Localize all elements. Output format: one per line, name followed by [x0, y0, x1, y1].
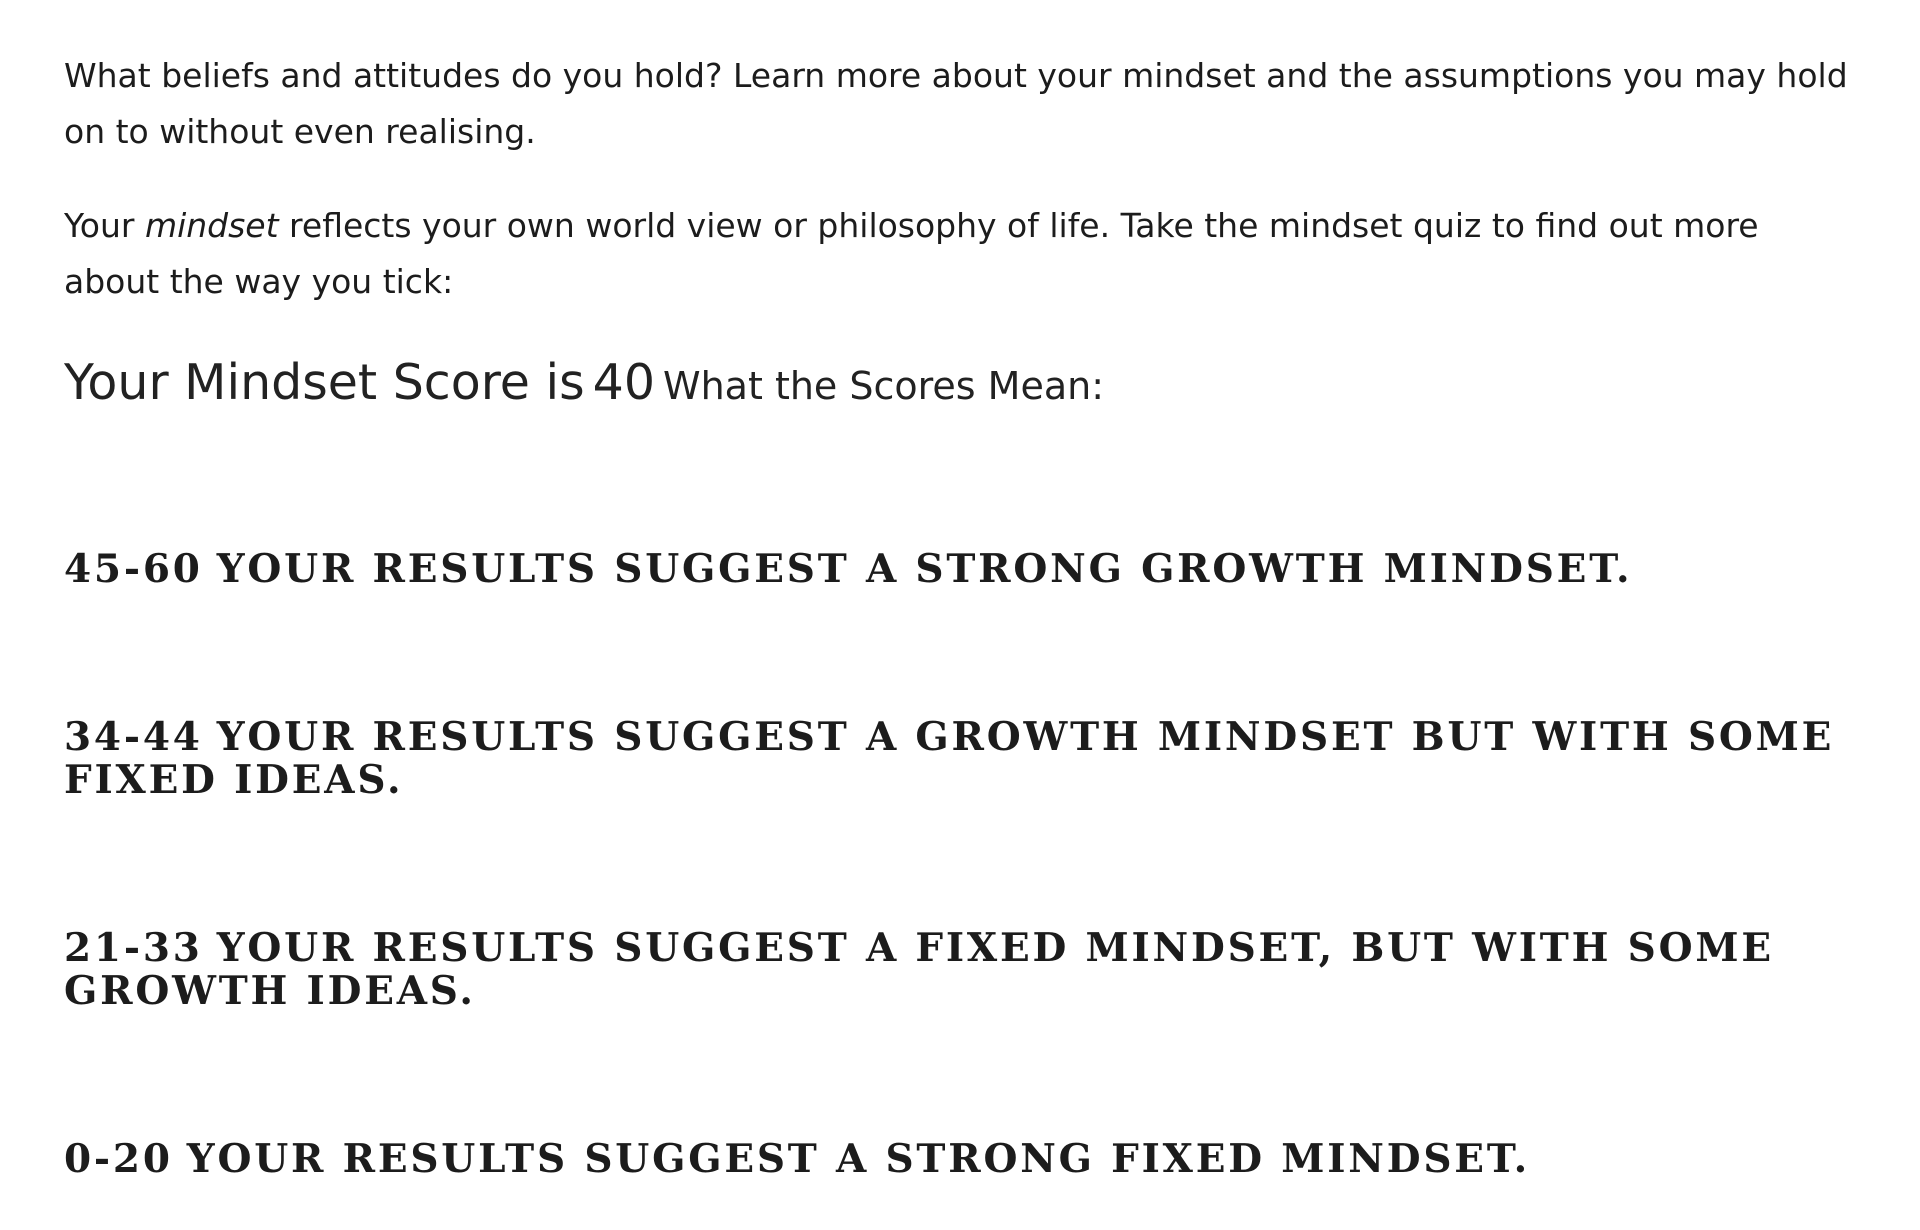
mindset-description-paragraph: Your mindset reflects your own world vie…: [64, 198, 1856, 310]
score-range-description: YOUR RESULTS SUGGEST A STRONG GROWTH MIN…: [216, 546, 1633, 592]
score-range: 45-60: [64, 546, 203, 592]
scores-meaning-heading: What the Scores Mean:: [663, 364, 1105, 408]
score-range: 21-33: [64, 925, 203, 971]
intro-paragraph: What beliefs and attitudes do you hold? …: [64, 48, 1856, 160]
score-summary: Your Mindset Score is 40 What the Scores M…: [64, 354, 1856, 411]
quiz-result-page: What beliefs and attitudes do you hold? …: [0, 0, 1920, 1230]
score-range-heading: 45-60 YOUR RESULTS SUGGEST A STRONG GROWT…: [64, 548, 1856, 591]
score-range-description: YOUR RESULTS SUGGEST A FIXED MINDSET, BU…: [64, 925, 1774, 1014]
score-range-description: YOUR RESULTS SUGGEST A GROWTH MINDSET BU…: [64, 714, 1835, 803]
score-range: 0-20: [64, 1136, 173, 1182]
description-prefix: Your: [64, 206, 145, 245]
score-range: 34-44: [64, 714, 203, 760]
description-suffix: reflects your own world view or philosop…: [64, 206, 1759, 301]
intro-text: What beliefs and attitudes do you hold? …: [64, 56, 1848, 151]
score-value: 40: [592, 354, 656, 411]
score-label: Your Mindset Score is: [64, 354, 585, 411]
score-range-heading: 34-44 YOUR RESULTS SUGGEST A GROWTH MINDS…: [64, 716, 1856, 802]
mindset-emphasis: mindset: [144, 206, 279, 245]
score-range-heading: 0-20 YOUR RESULTS SUGGEST A STRONG FIXED …: [64, 1138, 1856, 1181]
score-range-description: YOUR RESULTS SUGGEST A STRONG FIXED MIND…: [186, 1136, 1531, 1182]
score-range-heading: 21-33 YOUR RESULTS SUGGEST A FIXED MINDSE…: [64, 927, 1856, 1013]
